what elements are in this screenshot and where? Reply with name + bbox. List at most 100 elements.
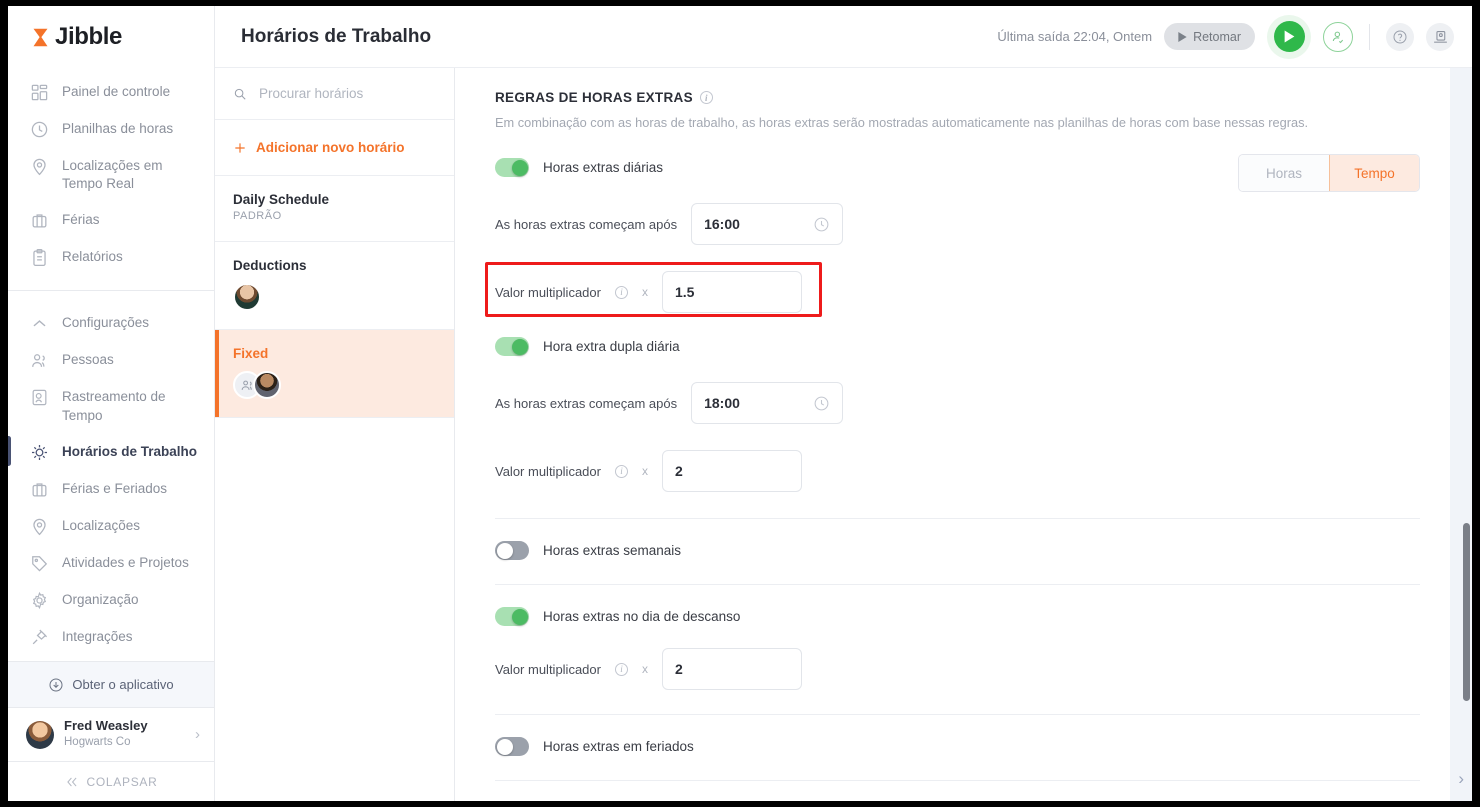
rest-day-multiplier-input[interactable]: 2 xyxy=(661,648,802,690)
user-account-row[interactable]: Fred Weasley Hogwarts Co › xyxy=(8,707,214,761)
sidebar-item-relatorios[interactable]: Relatórios xyxy=(8,239,214,276)
kiosk-button[interactable] xyxy=(1426,22,1454,51)
schedule-name: Fixed xyxy=(233,346,269,361)
tag-icon xyxy=(32,556,48,572)
kiosk-icon xyxy=(1433,31,1447,43)
vertical-scrollbar-thumb[interactable] xyxy=(1463,523,1470,701)
sidebar-item-horarios-de-trabalho[interactable]: Horários de Trabalho xyxy=(8,434,214,471)
right-region: Horários de Trabalho Última saída 22:04,… xyxy=(215,6,1472,801)
dashboard-icon xyxy=(31,84,48,101)
personal-check-in-button[interactable] xyxy=(1323,21,1353,52)
play-icon xyxy=(1284,30,1294,43)
double-daily-row: Hora extra dupla diária xyxy=(495,337,1420,356)
sidebar-item-label: Organização xyxy=(62,591,139,607)
weekly-overtime-label: Horas extras semanais xyxy=(543,543,682,558)
daily-multiplier-value: 1.5 xyxy=(674,284,695,300)
double-daily-multiplier-input[interactable]: 2 xyxy=(661,450,802,492)
sidebar-item-label: Painel de controle xyxy=(62,84,171,99)
daily-multiplier-input[interactable]: 1.5 xyxy=(661,271,802,313)
avatar-group xyxy=(233,371,436,399)
sidebar-item-localizacoes[interactable]: Localizações xyxy=(8,508,214,545)
schedule-list-panel: Adicionar novo horário Daily Schedule PA… xyxy=(215,68,455,801)
collapse-sidebar-button[interactable]: COLAPSAR xyxy=(8,761,214,801)
avatar-group xyxy=(233,283,436,311)
divider xyxy=(495,780,1420,781)
get-app-label: Obter o aplicativo xyxy=(72,677,174,692)
play-icon xyxy=(1178,31,1187,42)
weekly-overtime-toggle[interactable] xyxy=(495,541,529,560)
play-circle xyxy=(1273,21,1305,52)
sidebar-item-ferias-e-feriados[interactable]: Férias e Feriados xyxy=(8,471,214,508)
segment-horas[interactable]: Horas xyxy=(1239,155,1329,191)
pin-icon xyxy=(33,518,46,536)
schedule-list-item[interactable]: Daily Schedule PADRÃO xyxy=(215,176,454,242)
schedule-name: Daily Schedule xyxy=(233,192,330,207)
help-icon xyxy=(1393,30,1407,43)
add-new-schedule-button[interactable]: Adicionar novo horário xyxy=(215,120,454,176)
sidebar-item-rastreamento-de-tempo[interactable]: Rastreamento de Tempo xyxy=(8,379,214,433)
help-button[interactable] xyxy=(1386,22,1414,51)
double-daily-start-input[interactable]: 18:00 xyxy=(691,382,844,424)
clock-icon xyxy=(814,217,829,231)
search-input[interactable] xyxy=(258,86,436,101)
top-bar: Horários de Trabalho Última saída 22:04,… xyxy=(215,6,1472,68)
avatar xyxy=(233,283,261,311)
rest-day-toggle[interactable] xyxy=(495,607,529,626)
schedule-icon xyxy=(31,444,48,460)
double-daily-toggle[interactable] xyxy=(495,337,529,356)
resume-label: Retomar xyxy=(1193,29,1241,44)
sidebar-item-atividades-e-projetos[interactable]: Atividades e Projetos xyxy=(8,545,214,582)
schedule-list-item-selected[interactable]: Fixed xyxy=(215,330,454,418)
expand-chevron-right-icon[interactable]: › xyxy=(1458,769,1464,789)
sidebar-item-label: Configurações xyxy=(62,315,150,331)
daily-start-input[interactable]: 16:00 xyxy=(691,203,844,245)
double-daily-overtime-block: Hora extra dupla diária As horas extras … xyxy=(455,337,1450,519)
sidebar-item-label: Integrações xyxy=(62,628,133,644)
user-name: Fred Weasley xyxy=(64,718,148,734)
daily-start-label: As horas extras começam após xyxy=(495,216,678,232)
search-icon xyxy=(234,88,246,100)
schedule-sub: PADRÃO xyxy=(233,210,282,222)
toggle-knob xyxy=(496,738,513,755)
resume-button[interactable]: Retomar xyxy=(1164,23,1255,50)
add-new-schedule-label: Adicionar novo horário xyxy=(256,140,405,155)
double-daily-multiplier-value: 2 xyxy=(674,463,683,479)
settings-pane-wrap: REGRAS DE HORAS EXTRAS i Em combinação c… xyxy=(455,68,1472,801)
toggle-knob xyxy=(511,608,528,625)
sidebar-item-integracoes[interactable]: Integrações xyxy=(8,619,214,656)
sidebar-item-pessoas[interactable]: Pessoas xyxy=(8,342,214,379)
app-logo[interactable]: Jibble xyxy=(8,6,214,68)
info-icon[interactable]: i xyxy=(614,464,628,478)
briefcase-icon xyxy=(32,483,47,497)
rest-day-overtime-block: Horas extras no dia de descanso Valor mu… xyxy=(455,607,1450,715)
briefcase-icon xyxy=(32,214,47,228)
schedule-list-item[interactable]: Deductions xyxy=(215,242,454,330)
sidebar-item-planilhas-de-horas[interactable]: Planilhas de horas xyxy=(8,111,214,148)
segment-tempo[interactable]: Tempo xyxy=(1329,155,1419,191)
double-daily-multiplier-label: Valor multiplicador xyxy=(495,463,601,479)
plug-icon xyxy=(32,629,48,645)
info-icon[interactable]: i xyxy=(699,91,713,104)
pin-icon xyxy=(33,158,46,176)
avatar xyxy=(253,371,281,399)
toggle-knob xyxy=(496,542,513,559)
time-tracking-icon xyxy=(32,390,47,406)
sidebar-item-organizacao[interactable]: Organização xyxy=(8,582,214,619)
info-icon[interactable]: i xyxy=(614,662,628,676)
holiday-toggle[interactable] xyxy=(495,737,529,756)
sidebar-item-configuracoes[interactable]: Configurações xyxy=(8,305,214,342)
selected-indicator xyxy=(215,330,219,417)
page-title: Horários de Trabalho xyxy=(241,25,432,47)
get-app-button[interactable]: Obter o aplicativo xyxy=(8,661,214,707)
holiday-overtime-block: Horas extras em feriados LOCALIZAÇÕES xyxy=(455,737,1450,801)
holiday-label: Horas extras em feriados xyxy=(543,739,694,754)
user-org: Hogwarts Co xyxy=(64,736,131,749)
info-icon[interactable]: i xyxy=(614,285,628,299)
active-indicator xyxy=(8,435,11,466)
sidebar-item-ferias[interactable]: Férias xyxy=(8,202,214,239)
daily-overtime-toggle[interactable] xyxy=(495,158,529,177)
sidebar-item-painel-de-controle[interactable]: Painel de controle xyxy=(8,74,214,111)
sidebar-item-localizacoes-em-tempo-real[interactable]: Localizações em Tempo Real xyxy=(8,148,214,202)
clock-in-button[interactable] xyxy=(1267,14,1311,59)
scroll-gutter: › xyxy=(1450,68,1472,801)
